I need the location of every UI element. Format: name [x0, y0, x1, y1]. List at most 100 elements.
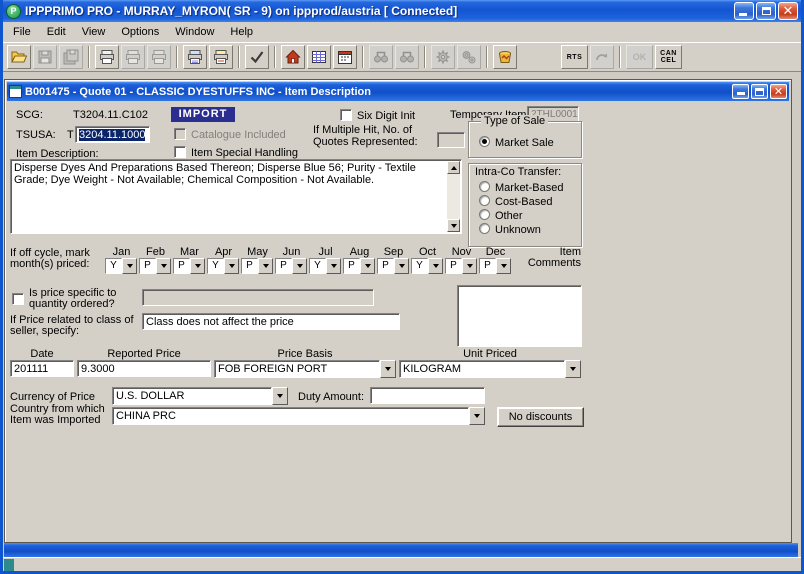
- month-value[interactable]: P: [377, 258, 394, 274]
- process-button[interactable]: [431, 45, 455, 69]
- print-button[interactable]: [95, 45, 119, 69]
- redo-button[interactable]: [590, 45, 614, 69]
- date-field[interactable]: 201111: [10, 360, 74, 377]
- home-button[interactable]: [281, 45, 305, 69]
- minimize-button[interactable]: [734, 2, 754, 20]
- month-combo-dec[interactable]: P: [479, 258, 512, 274]
- tsusa-field[interactable]: 3204.11.1000: [75, 126, 150, 143]
- save-button[interactable]: [33, 45, 57, 69]
- dropdown-button[interactable]: [380, 360, 396, 378]
- month-combo-aug[interactable]: P: [343, 258, 376, 274]
- price-basis-combo[interactable]: FOB FOREIGN PORT: [214, 360, 396, 378]
- month-combo-nov[interactable]: P: [445, 258, 478, 274]
- month-value[interactable]: Y: [207, 258, 224, 274]
- dropdown-button[interactable]: [224, 258, 239, 274]
- process-all-button[interactable]: [457, 45, 481, 69]
- market-sale-radio[interactable]: [479, 136, 490, 147]
- month-combo-jul[interactable]: Y: [309, 258, 342, 274]
- menu-help[interactable]: Help: [222, 24, 261, 40]
- multiple-hit-field[interactable]: [437, 132, 465, 148]
- unit-priced-value[interactable]: KILOGRAM: [399, 360, 565, 378]
- month-combo-jun[interactable]: P: [275, 258, 308, 274]
- print-grid-button[interactable]: [183, 45, 207, 69]
- month-combo-jan[interactable]: Y: [105, 258, 138, 274]
- other-radio[interactable]: [479, 209, 490, 220]
- minimized-window-titlebar[interactable]: [4, 543, 798, 557]
- unknown-radio[interactable]: [479, 223, 490, 234]
- month-value[interactable]: P: [139, 258, 156, 274]
- market-based-radio[interactable]: [479, 181, 490, 192]
- month-value[interactable]: P: [343, 258, 360, 274]
- month-value[interactable]: P: [275, 258, 292, 274]
- scroll-down-button[interactable]: [447, 219, 460, 232]
- month-value[interactable]: P: [173, 258, 190, 274]
- scroll-up-button[interactable]: [447, 161, 460, 174]
- price-specific-checkbox[interactable]: [12, 293, 24, 305]
- month-combo-apr[interactable]: Y: [207, 258, 240, 274]
- menu-options[interactable]: Options: [113, 24, 167, 40]
- month-value[interactable]: Y: [105, 258, 122, 274]
- maximize-button[interactable]: [756, 2, 776, 20]
- class-of-seller-field[interactable]: Class does not affect the price: [142, 313, 400, 330]
- menu-file[interactable]: File: [5, 24, 39, 40]
- month-combo-may[interactable]: P: [241, 258, 274, 274]
- menu-view[interactable]: View: [74, 24, 114, 40]
- search-next-button[interactable]: [395, 45, 419, 69]
- child-minimize-button[interactable]: [732, 84, 749, 99]
- month-combo-feb[interactable]: P: [139, 258, 172, 274]
- no-discounts-button[interactable]: No discounts: [497, 407, 584, 427]
- dropdown-button[interactable]: [462, 258, 477, 274]
- dropdown-button[interactable]: [258, 258, 273, 274]
- cancel-button[interactable]: CAN CEL: [655, 45, 682, 69]
- validate-button[interactable]: [245, 45, 269, 69]
- dropdown-button[interactable]: [496, 258, 511, 274]
- dropdown-button[interactable]: [122, 258, 137, 274]
- print-form-button[interactable]: [209, 45, 233, 69]
- month-value[interactable]: P: [445, 258, 462, 274]
- duty-amount-field[interactable]: [370, 387, 485, 404]
- dropdown-button[interactable]: [326, 258, 341, 274]
- catalogue-included-checkbox[interactable]: [174, 128, 186, 140]
- rts-button[interactable]: RTS: [561, 45, 588, 69]
- unit-priced-combo[interactable]: KILOGRAM: [399, 360, 581, 378]
- search-button[interactable]: [369, 45, 393, 69]
- print-preview-button[interactable]: [121, 45, 145, 69]
- dropdown-button[interactable]: [394, 258, 409, 274]
- currency-value[interactable]: U.S. DOLLAR: [112, 387, 272, 405]
- item-special-handling-checkbox[interactable]: [174, 146, 186, 158]
- open-button[interactable]: [7, 45, 31, 69]
- item-description-textarea[interactable]: Disperse Dyes And Preparations Based The…: [10, 159, 462, 234]
- child-close-button[interactable]: ✕: [770, 84, 787, 99]
- dropdown-button[interactable]: [292, 258, 307, 274]
- grid-view-button[interactable]: [307, 45, 331, 69]
- bucket-button[interactable]: [493, 45, 517, 69]
- dropdown-button[interactable]: [360, 258, 375, 274]
- month-combo-oct[interactable]: Y: [411, 258, 444, 274]
- item-comments-box[interactable]: [457, 285, 582, 347]
- country-combo[interactable]: CHINA PRC: [112, 407, 485, 425]
- dropdown-button[interactable]: [469, 407, 485, 425]
- quantity-field[interactable]: [142, 289, 374, 306]
- month-combo-sep[interactable]: P: [377, 258, 410, 274]
- month-value[interactable]: P: [241, 258, 258, 274]
- month-combo-mar[interactable]: P: [173, 258, 206, 274]
- child-maximize-button[interactable]: [751, 84, 768, 99]
- description-scrollbar[interactable]: [447, 161, 460, 232]
- save-all-button[interactable]: [59, 45, 83, 69]
- six-digit-checkbox[interactable]: [340, 109, 352, 121]
- cost-based-radio[interactable]: [479, 195, 490, 206]
- reported-price-field[interactable]: 9.3000: [77, 360, 211, 377]
- price-basis-value[interactable]: FOB FOREIGN PORT: [214, 360, 380, 378]
- print-setup-button[interactable]: [147, 45, 171, 69]
- calendar-button[interactable]: [333, 45, 357, 69]
- menu-edit[interactable]: Edit: [39, 24, 74, 40]
- menu-window[interactable]: Window: [167, 24, 222, 40]
- dropdown-button[interactable]: [428, 258, 443, 274]
- month-value[interactable]: Y: [309, 258, 326, 274]
- currency-combo[interactable]: U.S. DOLLAR: [112, 387, 288, 405]
- dropdown-button[interactable]: [565, 360, 581, 378]
- country-value[interactable]: CHINA PRC: [112, 407, 469, 425]
- month-value[interactable]: P: [479, 258, 496, 274]
- ok-button[interactable]: OK: [626, 45, 653, 69]
- dropdown-button[interactable]: [156, 258, 171, 274]
